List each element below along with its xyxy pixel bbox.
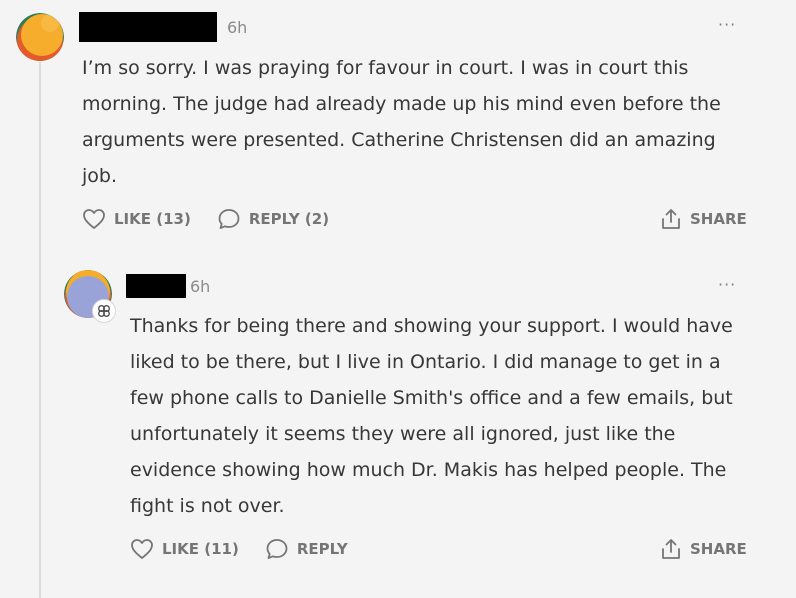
speech-bubble-icon	[218, 209, 240, 229]
comment-body: I’m so sorry. I was praying for favour i…	[82, 57, 721, 187]
redacted-username	[126, 274, 186, 298]
redacted-username	[79, 12, 217, 42]
heart-icon	[83, 209, 105, 229]
share-button[interactable]: SHARE	[660, 207, 747, 231]
comment-actions: LIKE (13) REPLY (2)	[82, 207, 329, 231]
like-button[interactable]: LIKE (11)	[130, 538, 239, 560]
reply-button[interactable]: REPLY (2)	[217, 208, 329, 230]
timestamp: 6h	[190, 277, 211, 296]
heart-icon	[131, 539, 153, 559]
share-icon	[662, 539, 680, 559]
share-icon	[662, 209, 680, 229]
ellipsis-icon[interactable]: ···	[718, 17, 736, 33]
thread-line	[39, 62, 41, 598]
timestamp: 6h	[227, 18, 248, 37]
share-button[interactable]: SHARE	[660, 537, 747, 561]
avatar[interactable]	[16, 13, 64, 61]
ellipsis-icon[interactable]: ···	[718, 277, 736, 293]
reply-label: REPLY (2)	[248, 210, 330, 228]
reply-button[interactable]: REPLY	[265, 538, 348, 560]
like-label: LIKE (13)	[114, 210, 191, 228]
share-label: SHARE	[690, 210, 747, 228]
reply-label: REPLY	[296, 540, 348, 558]
comment-actions: LIKE (11) REPLY	[130, 537, 348, 561]
share-label: SHARE	[690, 540, 747, 558]
speech-bubble-icon	[266, 539, 288, 559]
like-button[interactable]: LIKE (13)	[82, 208, 191, 230]
comment-body: Thanks for being there and showing your …	[130, 315, 733, 517]
like-label: LIKE (11)	[162, 540, 239, 558]
founding-badge-icon	[92, 299, 116, 323]
